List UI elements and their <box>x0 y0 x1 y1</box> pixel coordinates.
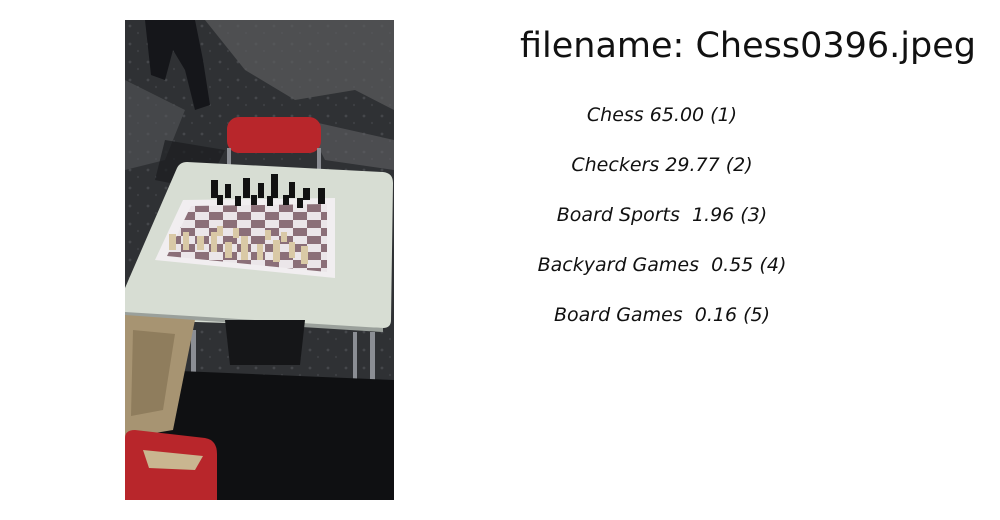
prediction-item: Checkers 29.77 (2) <box>571 154 753 176</box>
prediction-list: Chess 65.00 (1) Checkers 29.77 (2) Board… <box>462 100 862 350</box>
filename-label: filename: Chess0396.jpeg <box>520 26 976 66</box>
prediction-item: Board Sports 1.96 (3) <box>556 204 768 226</box>
chess-table-illustration <box>125 20 394 500</box>
prediction-item: Chess 65.00 (1) <box>586 104 738 126</box>
prediction-item: Backyard Games 0.55 (4) <box>537 254 787 276</box>
chess-table-photo <box>125 20 394 500</box>
prediction-item: Board Games 0.16 (5) <box>553 304 770 326</box>
